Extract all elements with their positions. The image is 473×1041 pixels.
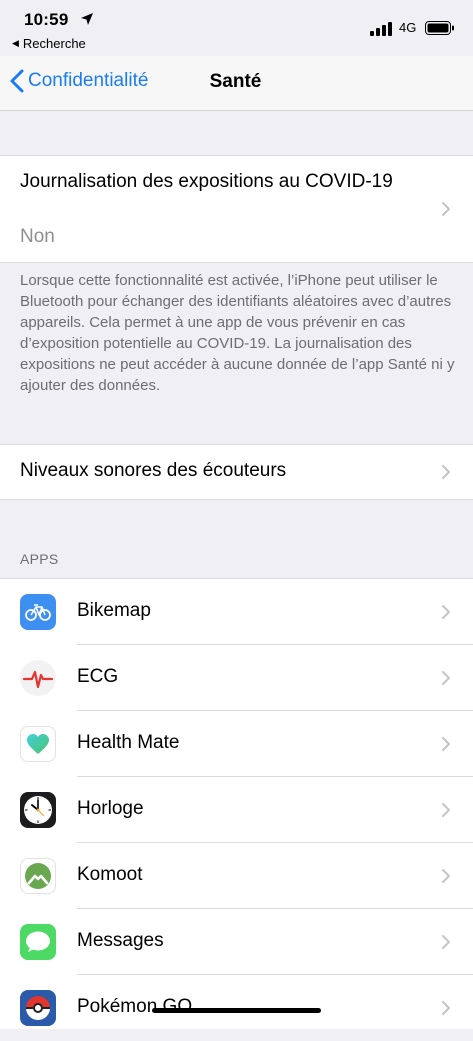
covid-exposure-title: Journalisation des expositions au COVID-… (20, 171, 393, 192)
battery-icon (425, 21, 454, 35)
app-label-bikemap: Bikemap (77, 600, 151, 621)
app-label-horloge: Horloge (77, 798, 144, 819)
chevron-right-icon (442, 1001, 450, 1015)
location-arrow-icon (81, 13, 93, 25)
app-row-messages[interactable]: Messages (0, 909, 473, 975)
app-label-ecg: ECG (77, 666, 119, 687)
chevron-right-icon (442, 869, 450, 883)
covid-footnote: Lorsque cette fonctionnalité est activée… (20, 272, 455, 394)
bikemap-icon (20, 594, 56, 630)
page-title: Santé (209, 71, 262, 92)
messages-icon (20, 924, 56, 960)
headphone-levels-cell[interactable]: Niveaux sonores des écouteurs (0, 444, 473, 500)
komoot-icon (20, 858, 56, 894)
app-row-ecg[interactable]: ECG (0, 645, 473, 711)
chevron-right-icon (442, 935, 450, 949)
apps-section-header: APPS (20, 551, 59, 567)
pokemon-go-icon (20, 990, 56, 1026)
app-label-pokemon-go: Pokémon GO (77, 996, 193, 1017)
back-triangle-icon: ◀ (12, 38, 19, 48)
app-label-health-mate: Health Mate (77, 732, 180, 753)
chevron-right-icon (442, 737, 450, 751)
back-to-app-link[interactable]: ◀ Recherche (12, 36, 86, 51)
status-bar: 10:59 ◀ Recherche 4G (0, 0, 473, 60)
ecg-icon (20, 660, 56, 696)
app-row-bikemap[interactable]: Bikemap (0, 579, 473, 645)
back-app-label: Recherche (22, 36, 86, 51)
app-row-health-mate[interactable]: Health Mate (0, 711, 473, 777)
app-row-komoot[interactable]: Komoot (0, 843, 473, 909)
network-type: 4G (399, 20, 417, 35)
chevron-right-icon (442, 803, 450, 817)
chevron-right-icon (442, 605, 450, 619)
chevron-right-icon (442, 671, 450, 685)
clock-icon (20, 792, 56, 828)
apps-list: Bikemap ECG Health Mate Horloge Komoot M… (0, 578, 473, 1029)
health-mate-icon (20, 726, 56, 762)
headphone-levels-label: Niveaux sonores des écouteurs (20, 460, 287, 481)
navigation-bar: Confidentialité Santé (0, 56, 473, 111)
status-time: 10:59 (24, 10, 69, 29)
covid-exposure-cell[interactable]: Journalisation des expositions au COVID-… (0, 155, 473, 263)
chevron-right-icon (442, 465, 450, 479)
cellular-signal-icon (370, 22, 392, 36)
app-label-messages: Messages (77, 930, 164, 951)
covid-exposure-value: Non (20, 226, 55, 247)
home-indicator[interactable] (152, 1008, 321, 1013)
chevron-right-icon (442, 202, 450, 216)
app-row-horloge[interactable]: Horloge (0, 777, 473, 843)
app-label-komoot: Komoot (77, 864, 143, 885)
